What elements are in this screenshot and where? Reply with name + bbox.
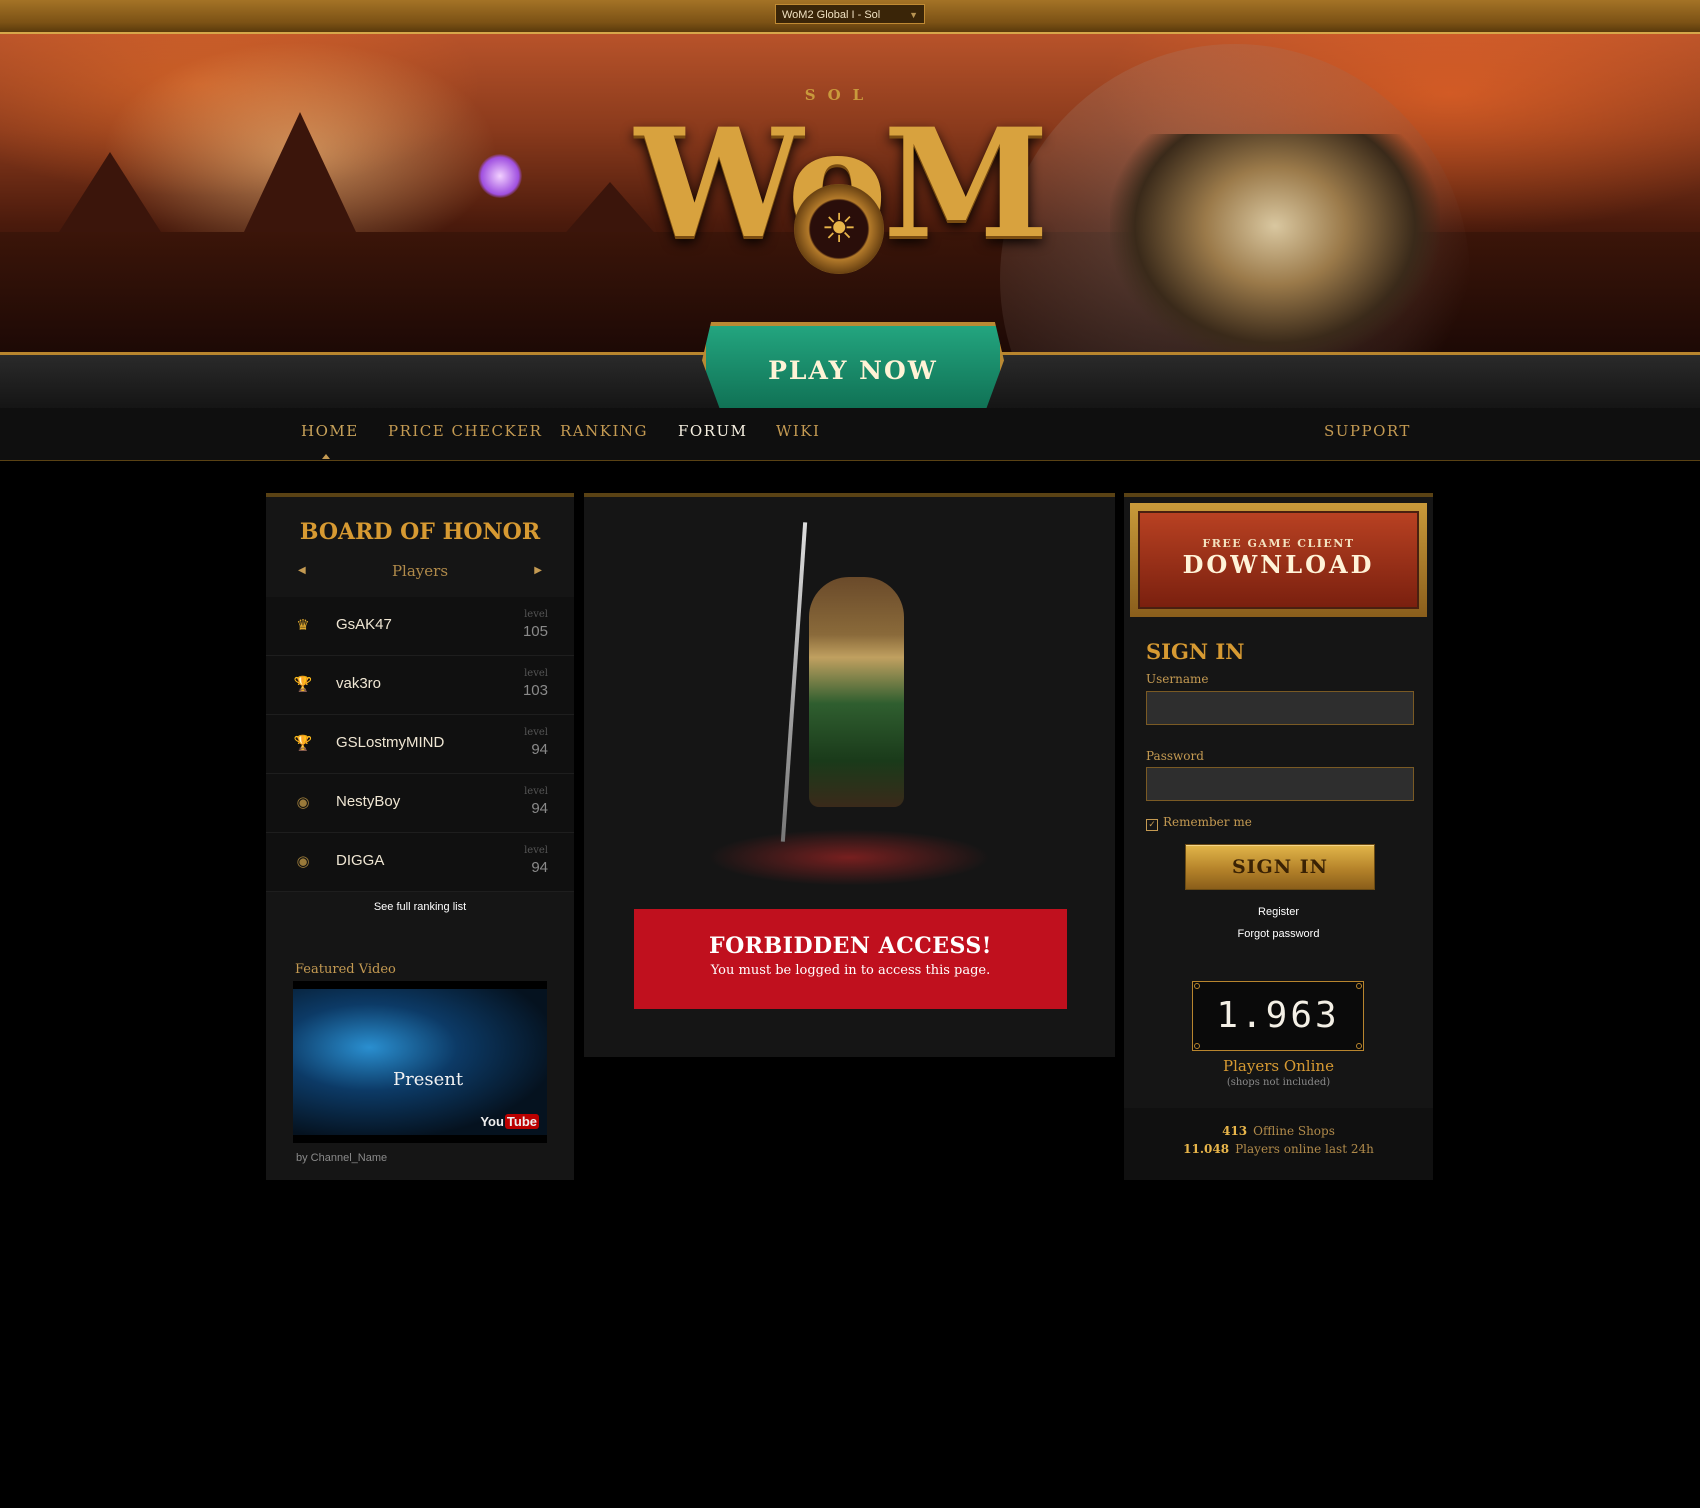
ranking-row[interactable]: 🏆 vak3ro level 103 bbox=[266, 656, 574, 715]
last24h-label: Players online last 24h bbox=[1235, 1142, 1374, 1156]
sidebar-right: FREE GAME CLIENT DOWNLOAD SIGN IN Userna… bbox=[1124, 493, 1433, 1180]
ranking-row[interactable]: ◉ NestyBoy level 94 bbox=[266, 774, 574, 833]
video-channel[interactable]: by Channel_Name bbox=[296, 1152, 387, 1164]
player-name: DIGGA bbox=[336, 852, 385, 869]
board-of-honor-panel: BOARD OF HONOR ◀ Players ▶ ♛ GsAK47 leve… bbox=[266, 493, 574, 1180]
level-label: level bbox=[524, 845, 548, 856]
nav-price-checker[interactable]: PRICE CHECKER bbox=[388, 408, 542, 460]
level-label: level bbox=[524, 727, 548, 738]
nav-forum[interactable]: FORUM bbox=[678, 408, 748, 460]
ranking-row[interactable]: ♛ GsAK47 level 105 bbox=[266, 597, 574, 656]
server-stats: 413 Offline Shops 11.048 Players online la… bbox=[1124, 1108, 1433, 1180]
player-level: 94 bbox=[531, 859, 548, 876]
main-content-panel: FORBIDDEN ACCESS! You must be logged in … bbox=[584, 493, 1115, 1057]
nav-ranking[interactable]: RANKING bbox=[560, 408, 648, 460]
players-online-counter: 1.963 bbox=[1192, 981, 1364, 1051]
corner-rivet-icon bbox=[1356, 1043, 1362, 1049]
server-select[interactable]: WoM2 Global I - Sol ▼ bbox=[775, 4, 925, 24]
sun-shield-icon: ☀ bbox=[794, 184, 884, 274]
username-label: Username bbox=[1146, 672, 1209, 686]
active-marker-icon bbox=[322, 454, 330, 459]
nav-support[interactable]: SUPPORT bbox=[1324, 408, 1411, 460]
hero-banner: SOL WoM ☀ bbox=[0, 34, 1700, 352]
forbidden-message: You must be logged in to access this pag… bbox=[710, 963, 991, 978]
password-label: Password bbox=[1146, 749, 1204, 763]
ranking-row[interactable]: ◉ DIGGA level 94 bbox=[266, 833, 574, 892]
offline-shops-stat: 413 Offline Shops bbox=[1124, 1124, 1433, 1138]
corner-rivet-icon bbox=[1194, 983, 1200, 989]
featured-video-player[interactable]: Present You Tube bbox=[293, 981, 547, 1143]
forbidden-access-notice: FORBIDDEN ACCESS! You must be logged in … bbox=[634, 909, 1067, 1009]
player-name: GsAK47 bbox=[336, 616, 392, 633]
ranking-list: ♛ GsAK47 level 105 🏆 vak3ro level 103 🏆 … bbox=[266, 597, 574, 892]
character-art bbox=[644, 517, 1054, 887]
sword-art bbox=[780, 522, 808, 842]
players-online-note: (shops not included) bbox=[1226, 1077, 1331, 1088]
remember-me-label: Remember me bbox=[1163, 815, 1252, 829]
category-switcher: ◀ Players ▶ bbox=[266, 559, 574, 589]
signin-button[interactable]: SIGN IN bbox=[1185, 844, 1375, 890]
forgot-password-link[interactable]: Forgot password bbox=[1124, 928, 1433, 940]
username-field[interactable] bbox=[1146, 691, 1414, 725]
silver-trophy-icon: 🏆 bbox=[293, 675, 313, 693]
nav-home[interactable]: HOME bbox=[301, 408, 359, 460]
register-link[interactable]: Register bbox=[1124, 906, 1433, 918]
nav-wiki[interactable]: WIKI bbox=[776, 408, 820, 460]
next-arrow-icon[interactable]: ▶ bbox=[534, 565, 542, 576]
player-level: 94 bbox=[531, 800, 548, 817]
checkbox-checked-icon: ✓ bbox=[1146, 819, 1158, 831]
featured-video-label: Featured Video bbox=[295, 962, 396, 977]
forbidden-title: FORBIDDEN ACCESS! bbox=[709, 933, 992, 959]
player-name: vak3ro bbox=[336, 675, 382, 692]
bronze-trophy-icon: 🏆 bbox=[293, 734, 313, 752]
chevron-down-icon: ▼ bbox=[909, 10, 918, 20]
players-online-label: Players Online bbox=[1223, 1057, 1334, 1075]
youtube-logo-tube: Tube bbox=[504, 1114, 539, 1129]
player-level: 103 bbox=[522, 682, 548, 699]
top-bar: WoM2 Global I - Sol ▼ bbox=[0, 0, 1700, 34]
player-level: 105 bbox=[522, 623, 548, 640]
signin-title: SIGN IN bbox=[1146, 639, 1245, 664]
category-label: Players bbox=[391, 562, 449, 580]
remember-me-checkbox[interactable]: ✓ Remember me bbox=[1146, 815, 1252, 831]
player-level: 94 bbox=[531, 741, 548, 758]
player-name: NestyBoy bbox=[336, 793, 401, 810]
see-full-ranking-link[interactable]: See full ranking list bbox=[266, 901, 574, 913]
last24h-value: 11.048 bbox=[1183, 1142, 1230, 1156]
corner-rivet-icon bbox=[1356, 983, 1362, 989]
download-subtitle: FREE GAME CLIENT bbox=[1202, 537, 1355, 550]
video-overlay-text: Present bbox=[393, 1069, 464, 1090]
offline-shops-value: 413 bbox=[1222, 1124, 1248, 1138]
warrior-art bbox=[1110, 134, 1440, 352]
magic-orb-art bbox=[478, 154, 522, 198]
level-label: level bbox=[524, 668, 548, 679]
last24h-stat: 11.048 Players online last 24h bbox=[1124, 1142, 1433, 1156]
crown-icon: ♛ bbox=[296, 616, 310, 634]
players-online-count: 1.963 bbox=[1216, 995, 1340, 1036]
offline-shops-label: Offline Shops bbox=[1253, 1124, 1335, 1138]
youtube-logo-you: You bbox=[480, 1114, 504, 1129]
main-nav: HOME PRICE CHECKER RANKING FORUM WIKI SU… bbox=[0, 408, 1700, 461]
youtube-logo-icon: You Tube bbox=[480, 1114, 539, 1129]
player-name: GSLostmyMIND bbox=[336, 734, 445, 751]
level-label: level bbox=[524, 786, 548, 797]
ranking-row[interactable]: 🏆 GSLostmyMIND level 94 bbox=[266, 715, 574, 774]
game-logo[interactable]: SOL WoM ☀ bbox=[620, 86, 1060, 286]
password-field[interactable] bbox=[1146, 767, 1414, 801]
play-now-button[interactable]: PLAY NOW bbox=[702, 322, 1004, 418]
medal-icon: ◉ bbox=[296, 793, 310, 811]
download-frame: FREE GAME CLIENT DOWNLOAD bbox=[1130, 503, 1427, 617]
download-title: DOWNLOAD bbox=[1182, 550, 1375, 579]
level-label: level bbox=[524, 609, 548, 620]
corner-rivet-icon bbox=[1194, 1043, 1200, 1049]
server-select-value: WoM2 Global I - Sol bbox=[782, 9, 881, 21]
board-title: BOARD OF HONOR bbox=[299, 519, 541, 545]
medal-icon: ◉ bbox=[296, 852, 310, 870]
download-button[interactable]: FREE GAME CLIENT DOWNLOAD bbox=[1138, 511, 1419, 609]
warrior-figure-art bbox=[809, 577, 904, 807]
